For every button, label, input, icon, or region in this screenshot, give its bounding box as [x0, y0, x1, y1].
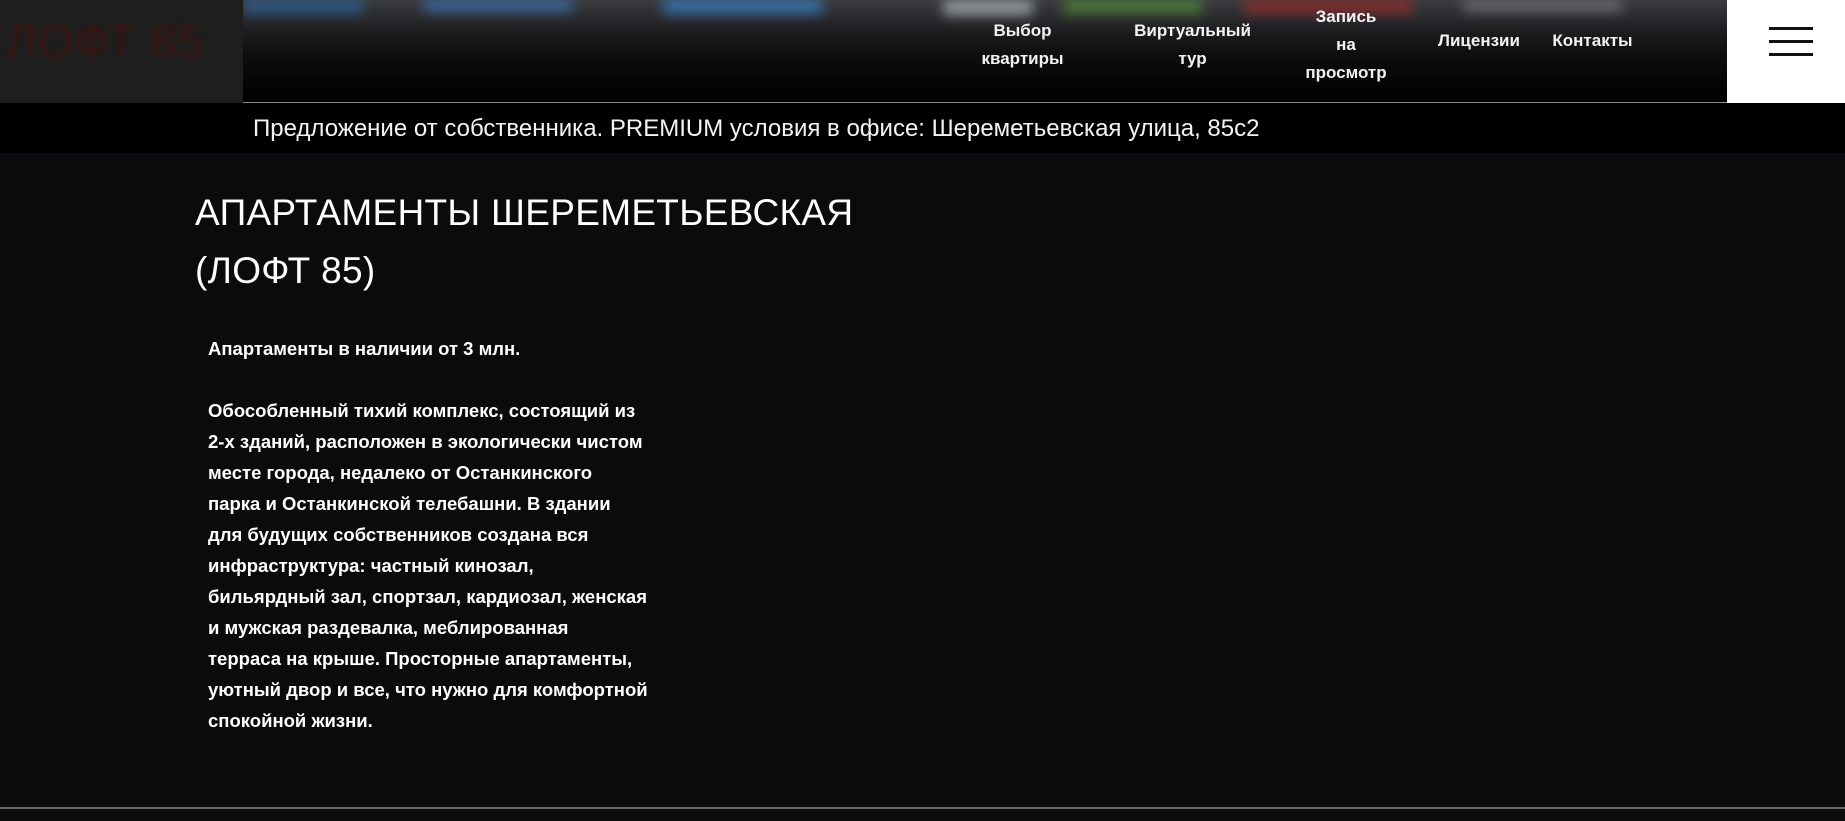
nav-item-contacts[interactable]: Контакты	[1540, 0, 1645, 82]
offer-text: Предложение от собственника. PREMIUM усл…	[253, 115, 1260, 142]
site-header: ЛОФТ 85 Выбор квартиры Виртуальный тур З…	[0, 0, 1845, 103]
hamburger-line	[1769, 53, 1813, 56]
offer-banner: Предложение от собственника. PREMIUM усл…	[0, 103, 1845, 153]
intro-text: Апартаменты в наличии от 3 млн.	[208, 338, 521, 359]
description-text: Обособленный тихий комплекс, состоящий и…	[208, 400, 648, 731]
description-block: Апартаменты в наличии от 3 млн. Обособле…	[208, 333, 678, 736]
logo-text: ЛОФТ 85	[6, 15, 204, 67]
nav-item-apartment-select[interactable]: Выбор квартиры	[970, 0, 1075, 90]
page-title: АПАРТАМЕНТЫ ШЕРЕМЕТЬЕВСКАЯ (ЛОФТ 85)	[195, 192, 854, 291]
nav-item-virtual-tour[interactable]: Виртуальный тур	[1125, 0, 1260, 90]
hamburger-menu-icon	[1769, 27, 1813, 30]
hamburger-menu-button[interactable]	[1727, 0, 1845, 103]
bottom-divider	[0, 807, 1845, 809]
hamburger-line	[1769, 40, 1813, 43]
site-logo[interactable]: ЛОФТ 85	[0, 0, 243, 103]
nav-item-licenses[interactable]: Лицензии	[1428, 0, 1530, 82]
nav-item-book-viewing[interactable]: Запись на просмотр	[1295, 0, 1397, 90]
